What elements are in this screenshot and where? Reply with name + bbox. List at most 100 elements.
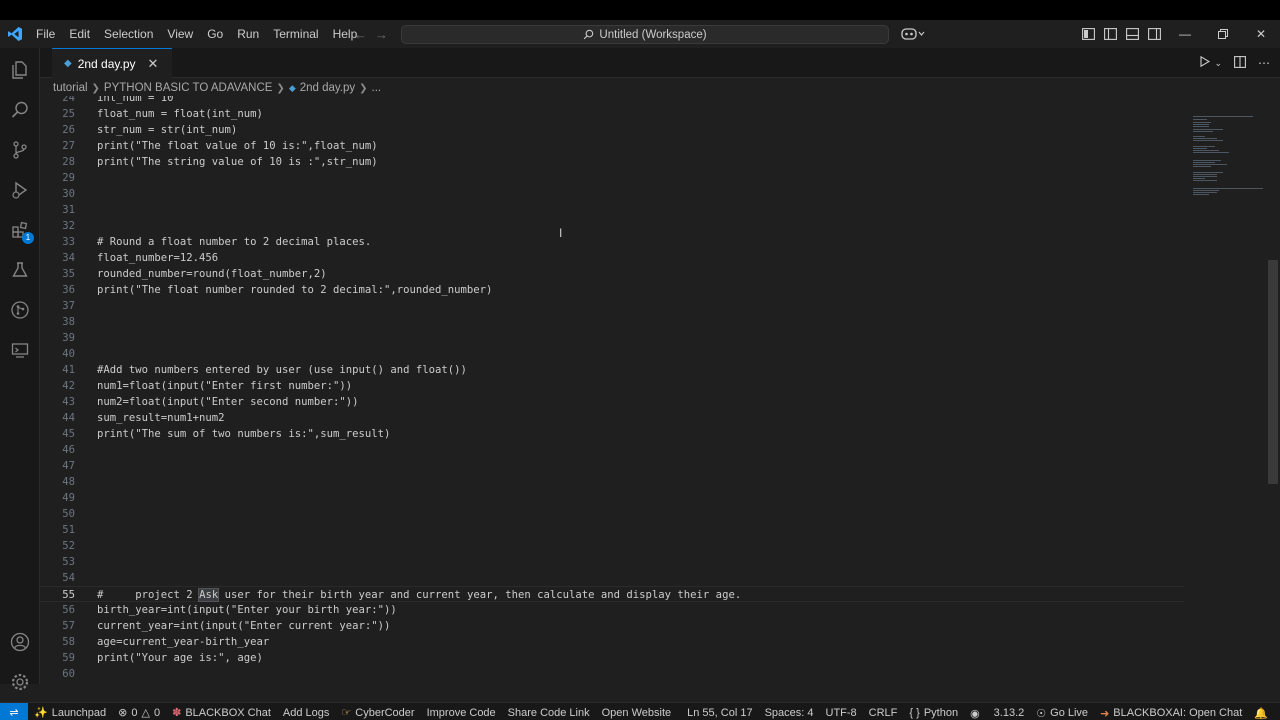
code-line[interactable]: 28 print("The string value of 10 is :",st…	[40, 154, 1190, 170]
forward-arrow-icon[interactable]: →	[375, 27, 388, 42]
breadcrumb-folder[interactable]: PYTHON BASIC TO ADAVANCE	[104, 82, 273, 94]
code-text: rounded_number=round(float_number,2)	[97, 268, 327, 280]
layout-customize-icon[interactable]	[1077, 20, 1099, 48]
code-line[interactable]: 49	[40, 490, 1190, 506]
code-line[interactable]: 46	[40, 442, 1190, 458]
menu-go[interactable]: Go	[200, 20, 230, 48]
source-control-icon[interactable]	[0, 132, 40, 168]
code-line[interactable]: 56 birth_year=int(input("Enter your birth…	[40, 602, 1190, 618]
code-line[interactable]: 37	[40, 298, 1190, 314]
code-line[interactable]: 36 print("The float number rounded to 2 d…	[40, 282, 1190, 298]
extensions-icon[interactable]: 1	[0, 212, 40, 248]
code-line[interactable]: 25 float_num = float(int_num)	[40, 106, 1190, 122]
line-number: 51	[62, 524, 75, 536]
python-interpreter[interactable]: ◉ 3.13.2	[964, 707, 1030, 720]
code-line[interactable]: 40	[40, 346, 1190, 362]
minimap[interactable]	[1193, 116, 1265, 206]
blackboxai-item[interactable]: ➜ BLACKBOXAI: Open Chat	[1094, 707, 1248, 720]
code-line[interactable]: 33 # Round a float number to 2 decimal pl…	[40, 234, 1190, 250]
code-line[interactable]: 24 int_num = 10	[40, 96, 1190, 106]
encoding[interactable]: UTF-8	[820, 707, 863, 719]
code-line[interactable]: 43 num2=float(input("Enter second number:…	[40, 394, 1190, 410]
menu-edit[interactable]: Edit	[62, 20, 97, 48]
menu-view[interactable]: View	[160, 20, 200, 48]
code-line[interactable]: 45 print("The sum of two numbers is:",sum…	[40, 426, 1190, 442]
minimize-icon[interactable]: —	[1166, 20, 1204, 48]
code-line[interactable]: 32	[40, 218, 1190, 234]
end-of-line[interactable]: CRLF	[863, 707, 904, 719]
run-debug-icon[interactable]	[0, 172, 40, 208]
command-center[interactable]: Untitled (Workspace)	[401, 25, 889, 44]
current-code-line[interactable]: 55 # project 2 Ask user for their birth y…	[40, 586, 1184, 602]
breadcrumb-more[interactable]: ...	[372, 82, 382, 94]
code-line[interactable]: 60	[40, 666, 1190, 678]
search-icon[interactable]	[0, 92, 40, 128]
restore-icon[interactable]	[1204, 20, 1242, 48]
vertical-scrollbar[interactable]	[1268, 260, 1278, 484]
menu-terminal[interactable]: Terminal	[266, 20, 325, 48]
code-line[interactable]: 44 sum_result=num1+num2	[40, 410, 1190, 426]
code-line[interactable]: 47	[40, 458, 1190, 474]
testing-icon[interactable]	[0, 252, 40, 288]
code-line[interactable]: 51	[40, 522, 1190, 538]
code-editor[interactable]: 24 int_num = 10 25 float_num = float(int_n…	[40, 96, 1268, 678]
code-line[interactable]: 38	[40, 314, 1190, 330]
account-icon[interactable]	[0, 624, 40, 660]
code-line[interactable]: 35 rounded_number=round(float_number,2)	[40, 266, 1190, 282]
improve-code-item[interactable]: Improve Code	[421, 707, 502, 719]
code-line[interactable]: 34 float_number=12.456	[40, 250, 1190, 266]
remote-indicator-icon[interactable]: ⇌	[0, 702, 28, 720]
tab-2nd-day-py[interactable]: ◆ 2nd day.py ✕	[52, 48, 172, 78]
code-line[interactable]: 26 str_num = str(int_num)	[40, 122, 1190, 138]
copilot-icon[interactable]	[898, 20, 928, 48]
code-line[interactable]: 41 #Add two numbers entered by user (use …	[40, 362, 1190, 378]
cursor-position[interactable]: Ln 55, Col 17	[681, 707, 758, 719]
code-line[interactable]: 57 current_year=int(input("Enter current …	[40, 618, 1190, 634]
code-line[interactable]: 39	[40, 330, 1190, 346]
line-number: 50	[62, 508, 75, 520]
menu-file[interactable]: File	[29, 20, 62, 48]
launchpad-item[interactable]: ✨ Launchpad	[28, 706, 112, 720]
toggle-panel-icon[interactable]	[1121, 20, 1143, 48]
more-actions-icon[interactable]: ⋯	[1258, 56, 1270, 70]
code-line[interactable]: 54	[40, 570, 1190, 586]
code-line[interactable]: 27 print("The float value of 10 is:",floa…	[40, 138, 1190, 154]
blackbox-chat-item[interactable]: ✽ BLACKBOX Chat	[166, 706, 277, 720]
indentation[interactable]: Spaces: 4	[759, 707, 820, 719]
breadcrumb-root[interactable]: tutorial	[53, 82, 88, 94]
language-mode[interactable]: { } Python	[903, 707, 964, 719]
toggle-secondary-sidebar-icon[interactable]	[1143, 20, 1165, 48]
split-editor-icon[interactable]	[1234, 55, 1246, 71]
git-graph-icon[interactable]	[0, 292, 40, 328]
toggle-primary-sidebar-icon[interactable]	[1099, 20, 1121, 48]
breadcrumb-file[interactable]: 2nd day.py	[300, 82, 355, 94]
code-line[interactable]: 59 print("Your age is:", age)	[40, 650, 1190, 666]
code-line[interactable]: 58 age=current_year-birth_year	[40, 634, 1190, 650]
code-line[interactable]: 53	[40, 554, 1190, 570]
code-line[interactable]: 52	[40, 538, 1190, 554]
chevron-down-icon[interactable]: ⌄	[1214, 58, 1222, 69]
code-line[interactable]: 30	[40, 186, 1190, 202]
code-line[interactable]: 42 num1=float(input("Enter first number:"…	[40, 378, 1190, 394]
share-code-link-item[interactable]: Share Code Link	[502, 707, 596, 719]
code-line[interactable]: 50	[40, 506, 1190, 522]
chevron-right-icon: ❯	[91, 82, 100, 94]
cybercoder-item[interactable]: ☞ CyberCoder	[335, 706, 420, 720]
manage-gear-icon[interactable]	[0, 664, 40, 700]
menu-run[interactable]: Run	[230, 20, 266, 48]
open-website-item[interactable]: Open Website	[596, 707, 678, 719]
back-arrow-icon[interactable]: ←	[354, 27, 367, 42]
menu-selection[interactable]: Selection	[97, 20, 160, 48]
remote-explorer-icon[interactable]	[0, 332, 40, 368]
close-window-icon[interactable]: ✕	[1242, 20, 1280, 48]
go-live-item[interactable]: ☉ Go Live	[1030, 707, 1094, 720]
code-line[interactable]: 48	[40, 474, 1190, 490]
run-python-file-icon[interactable]	[1200, 55, 1211, 70]
close-icon[interactable]: ✕	[148, 56, 159, 72]
notifications-bell-icon[interactable]: 🔔	[1248, 707, 1274, 720]
code-line[interactable]: 31	[40, 202, 1190, 218]
explorer-icon[interactable]	[0, 52, 40, 88]
code-line[interactable]: 29	[40, 170, 1190, 186]
problems-item[interactable]: ⊗ 0 △ 0	[112, 706, 166, 720]
add-logs-item[interactable]: Add Logs	[277, 707, 335, 719]
